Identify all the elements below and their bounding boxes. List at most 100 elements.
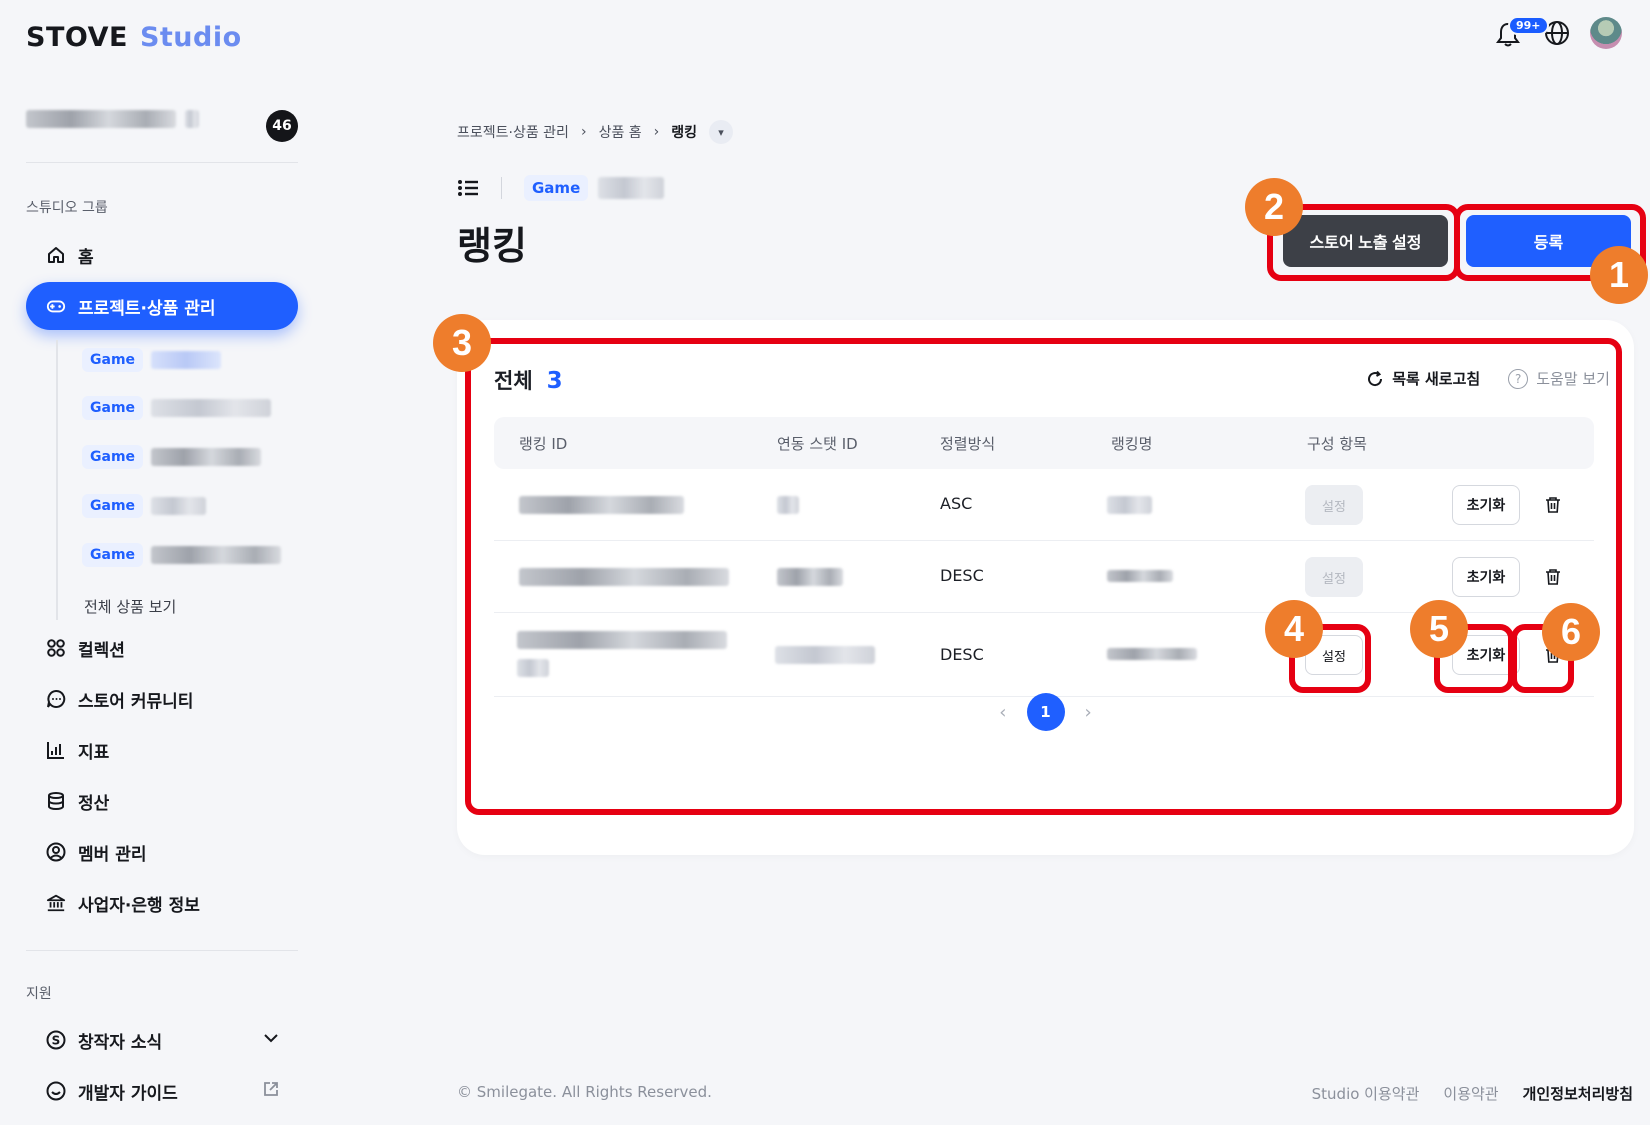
footer-link-studio-terms[interactable]: Studio 이용약관 (1312, 1083, 1420, 1104)
chevron-down-icon[interactable] (262, 1029, 280, 1052)
reset-button[interactable]: 초기화 (1452, 485, 1520, 525)
list-menu-icon[interactable] (457, 178, 479, 198)
next-page-icon[interactable]: › (1085, 702, 1092, 723)
sub-item-game-2[interactable]: Game (82, 393, 272, 423)
annotation-marker: 1 (1590, 246, 1648, 304)
store-exposure-settings-button[interactable]: 스토어 노출 설정 (1283, 215, 1448, 267)
reset-button[interactable]: 초기화 (1452, 557, 1520, 597)
refresh-label: 목록 새로고침 (1392, 370, 1481, 388)
help-button[interactable]: ? 도움말 보기 (1508, 368, 1610, 389)
page-title: 랭킹 (457, 224, 527, 268)
game-tag: Game (82, 494, 144, 518)
gamepad-icon (46, 296, 66, 316)
sidebar-item-news[interactable]: S 창작자 소식 (26, 1018, 298, 1062)
breadcrumb-item[interactable]: 상품 홈 (599, 122, 642, 142)
sidebar-item-label: 홈 (78, 247, 94, 268)
section-label-support: 지원 (26, 986, 52, 1002)
home-icon (46, 245, 66, 265)
ranking-id-redacted (519, 496, 684, 514)
prev-page-icon[interactable]: ‹ (999, 702, 1006, 723)
project-selector[interactable]: 46 (26, 110, 298, 142)
sub-item-game-4[interactable]: Game (82, 491, 207, 521)
chevron-down-icon[interactable]: ▾ (709, 120, 734, 144)
table-row: ASC 설정 초기화 (494, 469, 1594, 541)
game-name-redacted (151, 399, 272, 417)
chevron-right-icon: › (653, 124, 660, 140)
sidebar-item-community[interactable]: 스토어 커뮤니티 (26, 677, 298, 721)
sidebar-item-members[interactable]: 멤버 관리 (26, 830, 298, 874)
trash-icon[interactable] (1540, 492, 1566, 518)
total-label: 전체 (494, 369, 533, 393)
game-tag: Game (82, 445, 144, 469)
chat-icon (46, 689, 66, 709)
total-count: 3 (546, 368, 563, 394)
sidebar-item-settlement[interactable]: 정산 (26, 779, 298, 823)
sidebar-item-label: 프로젝트·상품 관리 (78, 298, 216, 319)
project-count-badge: 46 (266, 110, 298, 142)
bank-icon (46, 893, 66, 913)
page-number-current[interactable]: 1 (1026, 693, 1065, 731)
project-name-redacted (26, 110, 176, 128)
collection-icon (46, 638, 66, 658)
sidebar-item-business[interactable]: 사업자·은행 정보 (26, 881, 298, 925)
ranking-id-redacted (519, 568, 729, 586)
copyright: © Smilegate. All Rights Reserved. (457, 1083, 712, 1101)
annotation-marker: 6 (1542, 603, 1600, 661)
svg-text:S: S (52, 1034, 61, 1048)
top-right-toolbar: 99+ (1494, 16, 1622, 50)
user-circle-icon (46, 842, 66, 862)
breadcrumb-current: 랭킹 (671, 125, 698, 141)
sidebar-item-label: 멤버 관리 (78, 844, 147, 865)
sidebar-item-metrics[interactable]: 지표 (26, 728, 298, 772)
subtree-line (56, 340, 58, 620)
view-all-products-link[interactable]: 전체 상품 보기 (84, 596, 176, 617)
sidebar-item-project[interactable]: 프로젝트·상품 관리 (26, 282, 298, 330)
title-divider (501, 177, 502, 199)
game-tag: Game (82, 396, 144, 420)
chart-icon (46, 740, 66, 760)
annotation-marker: 2 (1245, 178, 1303, 236)
sub-item-game-5[interactable]: Game (82, 540, 282, 570)
sidebar-divider (26, 162, 298, 163)
section-label-studio: 스튜디오 그룹 (26, 200, 108, 216)
external-link-icon[interactable] (262, 1080, 280, 1103)
column-header: 연동 스탯 ID (777, 434, 858, 453)
smile-icon (46, 1081, 66, 1101)
game-tag: Game (82, 543, 144, 567)
breadcrumb-item[interactable]: 프로젝트·상품 관리 (457, 122, 569, 142)
game-name-redacted (151, 497, 207, 515)
footer-link-privacy[interactable]: 개인정보처리방침 (1523, 1083, 1633, 1104)
ranking-id-redacted (517, 631, 727, 649)
column-header: 정렬방식 (940, 434, 996, 453)
footer-link-terms[interactable]: 이용약관 (1443, 1083, 1498, 1104)
sidebar: 46 스튜디오 그룹 홈 프로젝트·상품 관리 Game Game Game G… (0, 0, 310, 1125)
sidebar-item-label: 지표 (78, 742, 110, 763)
sidebar-item-guide[interactable]: 개발자 가이드 (26, 1069, 298, 1113)
chevron-right-icon: › (580, 124, 587, 140)
user-avatar[interactable] (1590, 17, 1622, 49)
sub-item-game-1[interactable]: Game (82, 345, 222, 375)
refresh-list-button[interactable]: 목록 새로고침 (1366, 368, 1480, 389)
product-name-redacted (598, 177, 665, 199)
sidebar-item-label: 정산 (78, 793, 110, 814)
help-label: 도움말 보기 (1536, 370, 1610, 388)
config-settings-button[interactable]: 설정 (1305, 557, 1363, 597)
annotation-marker: 3 (433, 314, 491, 372)
game-name-redacted (151, 351, 222, 369)
sub-item-game-3[interactable]: Game (82, 442, 262, 472)
notification-button[interactable]: 99+ (1494, 16, 1549, 50)
game-tag: Game (82, 348, 144, 372)
refresh-icon (1368, 370, 1383, 386)
list-total: 전체 3 (494, 365, 563, 395)
breadcrumb: 프로젝트·상품 관리 › 상품 홈 › 랭킹 ▾ (457, 120, 734, 144)
trash-icon[interactable] (1540, 564, 1566, 590)
column-header: 랭킹명 (1111, 434, 1153, 453)
sidebar-divider (26, 950, 298, 951)
config-settings-button[interactable]: 설정 (1305, 485, 1363, 525)
annotation-marker: 4 (1265, 600, 1323, 658)
database-icon (46, 791, 66, 811)
sidebar-item-collection[interactable]: 컬렉션 (26, 626, 298, 670)
sidebar-item-home[interactable]: 홈 (26, 233, 298, 277)
question-icon: ? (1508, 368, 1529, 389)
column-header: 랭킹 ID (519, 434, 568, 453)
